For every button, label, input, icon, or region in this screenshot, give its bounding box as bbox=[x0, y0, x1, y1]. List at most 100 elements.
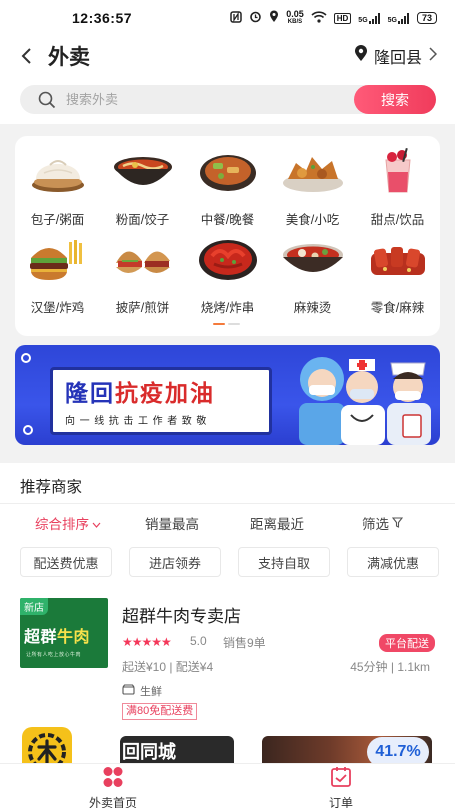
location-label: 隆回县 bbox=[373, 50, 422, 67]
category-item-burger[interactable]: 汉堡/炸鸡 bbox=[15, 236, 100, 324]
chip-coupon[interactable]: 进店领券 bbox=[129, 547, 221, 577]
net-speed: 0.05 KB/S bbox=[286, 10, 304, 26]
signal-1: 5G bbox=[358, 12, 380, 24]
category-label: 中餐/晚餐 bbox=[200, 213, 255, 227]
chip-self-pickup[interactable]: 支持自取 bbox=[238, 547, 330, 577]
category-item-drink[interactable]: 甜点/饮品 bbox=[355, 148, 440, 236]
category-item-dish[interactable]: 中餐/晚餐 bbox=[185, 148, 270, 236]
filter-icon bbox=[391, 516, 404, 531]
pager-dot-active bbox=[213, 323, 225, 325]
chip-delivery-discount[interactable]: 配送费优惠 bbox=[20, 547, 112, 577]
battery-indicator: 73 bbox=[416, 12, 437, 24]
category-label: 烧烤/炸串 bbox=[200, 301, 255, 315]
signal-1-label: 5G bbox=[358, 16, 368, 24]
category-label: 汉堡/炸鸡 bbox=[30, 301, 85, 315]
page-title: 外卖 bbox=[48, 46, 90, 69]
category-grid: 包子/粥面 粉面/饺子 中餐/晚餐 美食/小吃 甜点/饮品 汉堡/炸鸡 披萨/煎… bbox=[15, 148, 440, 324]
net-speed-value: 0.05 bbox=[286, 9, 304, 19]
chevron-down-icon bbox=[92, 516, 101, 531]
category-item-baozi[interactable]: 包子/粥面 bbox=[15, 148, 100, 236]
banner-title: 隆回抗疫加油 bbox=[65, 374, 215, 408]
sort-comprehensive-label: 综合排序 bbox=[35, 517, 89, 532]
filter-chips: 配送费优惠 进店领券 支持自取 满减优惠 bbox=[20, 547, 439, 577]
rating-stars: ★★★★★ bbox=[122, 635, 172, 649]
location-selector[interactable]: 隆回县 bbox=[354, 44, 438, 68]
delivery-eta: 45分钟 | 1.1km bbox=[350, 660, 430, 674]
noodle-bowl-icon bbox=[112, 148, 174, 194]
banner-title-part2: 抗疫加油 bbox=[115, 380, 215, 406]
crayfish-icon bbox=[197, 236, 259, 282]
dish-icon bbox=[197, 148, 259, 194]
category-label: 包子/粥面 bbox=[30, 213, 85, 227]
thumbnail-text: 回同城 bbox=[122, 742, 176, 762]
logo-slogan: 让所有人吃上放心牛肉 bbox=[26, 652, 82, 658]
search-bar: 搜索 bbox=[20, 85, 436, 114]
category-item-spicy-snack[interactable]: 零食/麻辣 bbox=[355, 236, 440, 324]
location-pin-icon bbox=[354, 45, 368, 67]
search-icon bbox=[38, 91, 56, 109]
nav-home[interactable]: 外卖首页 bbox=[63, 766, 163, 808]
category-item-pancake[interactable]: 披萨/煎饼 bbox=[100, 236, 185, 324]
category-item-malatang[interactable]: 麻辣烫 bbox=[270, 236, 355, 324]
promo-tag: 满80免配送费 bbox=[122, 703, 198, 720]
sort-comprehensive[interactable]: 综合排序 bbox=[35, 513, 101, 533]
category-label: 麻辣烫 bbox=[293, 301, 332, 315]
banner-panel: 隆回抗疫加油 向一线抗击工作者致敬 bbox=[50, 367, 272, 435]
sort-distance[interactable]: 距离最近 bbox=[250, 513, 304, 533]
signal-2-label: 5G bbox=[387, 16, 397, 24]
sort-filter-label: 筛选 bbox=[362, 517, 389, 532]
back-icon[interactable] bbox=[6, 36, 46, 76]
nfc-icon bbox=[230, 10, 242, 26]
category-label: 甜点/饮品 bbox=[370, 213, 425, 227]
search-button[interactable]: 搜索 bbox=[354, 85, 436, 114]
banner-subtitle: 向一线抗击工作者致敬 bbox=[65, 416, 211, 427]
food-thumbnail[interactable]: 回同城 bbox=[120, 736, 234, 766]
category-label: 美食/小吃 bbox=[285, 213, 340, 227]
alarm-icon bbox=[249, 10, 262, 26]
sort-sales-label: 销量最高 bbox=[145, 517, 199, 532]
signal-2: 5G bbox=[387, 12, 410, 24]
bottom-nav: 外卖首页 订单 bbox=[0, 763, 455, 808]
category-label: 零食/麻辣 bbox=[370, 301, 425, 315]
sort-sales[interactable]: 销量最高 bbox=[145, 513, 199, 533]
nav-orders[interactable]: 订单 bbox=[291, 766, 391, 808]
pager-dot bbox=[228, 323, 240, 325]
status-bar: 12:36:57 0.05 KB/S HD 5G 5G 73 bbox=[0, 0, 455, 36]
sort-distance-label: 距离最近 bbox=[250, 517, 304, 532]
delivery-fee: 起送¥10 | 配送¥4 bbox=[122, 660, 214, 674]
logo-text: 超群牛肉 bbox=[24, 623, 90, 647]
hd-badge: HD bbox=[333, 12, 352, 24]
virus-icon bbox=[21, 353, 31, 363]
hotpot-icon bbox=[282, 236, 344, 282]
location-status-icon bbox=[269, 10, 279, 26]
net-speed-unit: KB/S bbox=[287, 19, 303, 25]
virus-icon bbox=[23, 425, 33, 435]
category-label: 粉面/饺子 bbox=[115, 213, 170, 227]
medical-workers-illustration bbox=[295, 345, 435, 445]
nav-orders-label: 订单 bbox=[328, 796, 353, 808]
rating-value: 5.0 bbox=[190, 634, 207, 648]
wifi-icon bbox=[311, 10, 327, 26]
promo-banner[interactable]: 隆回抗疫加油 向一线抗击工作者致敬 bbox=[15, 345, 440, 445]
logo-text-1: 超群 bbox=[24, 629, 58, 646]
status-icons: 0.05 KB/S HD 5G 5G 73 bbox=[230, 10, 437, 26]
category-item-snack[interactable]: 美食/小吃 bbox=[270, 148, 355, 236]
header: 外卖 隆回县 bbox=[0, 36, 455, 76]
category-item-noodles[interactable]: 粉面/饺子 bbox=[100, 148, 185, 236]
sort-filter[interactable]: 筛选 bbox=[362, 513, 404, 533]
search-input[interactable] bbox=[66, 92, 316, 107]
logo-text-2: 牛肉 bbox=[57, 629, 91, 646]
new-store-badge: 新店 bbox=[20, 598, 48, 615]
search-row: 搜索 bbox=[0, 76, 455, 124]
platform-delivery-badge: 平台配送 bbox=[379, 634, 435, 652]
store-card[interactable]: 新店 超群牛肉 让所有人吃上放心牛肉 超群牛肉专卖店 ★★★★★ 5.0 销售9… bbox=[20, 598, 435, 720]
category-card: 包子/粥面 粉面/饺子 中餐/晚餐 美食/小吃 甜点/饮品 汉堡/炸鸡 披萨/煎… bbox=[15, 136, 440, 336]
banner-title-part1: 隆回 bbox=[65, 380, 115, 406]
sort-row: 综合排序 销量最高 距离最近 筛选 bbox=[0, 513, 455, 533]
chevron-right-icon bbox=[428, 46, 438, 66]
category-item-bbq[interactable]: 烧烤/炸串 bbox=[185, 236, 270, 324]
store-tag-label: 生鲜 bbox=[140, 686, 162, 698]
shop-icon bbox=[122, 684, 135, 698]
chip-full-reduction[interactable]: 满减优惠 bbox=[347, 547, 439, 577]
store-name: 超群牛肉专卖店 bbox=[122, 607, 241, 626]
